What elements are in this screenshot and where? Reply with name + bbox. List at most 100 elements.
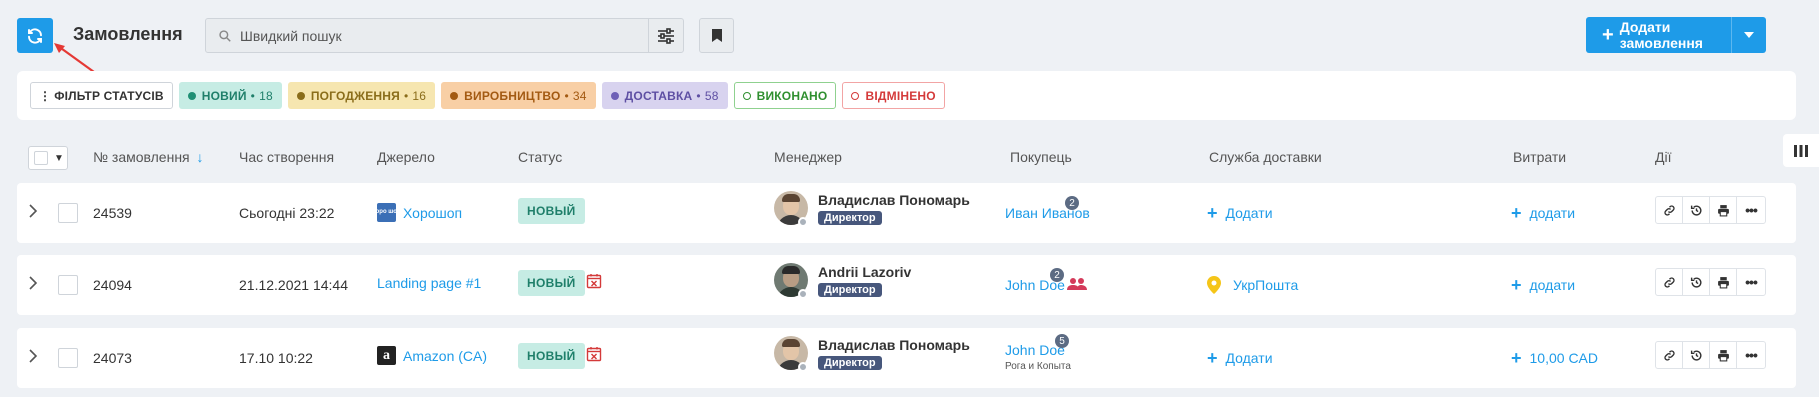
plus-icon: + [1511,348,1522,368]
link-icon [1663,276,1676,289]
delivery-add[interactable]: + Додати [1207,204,1273,222]
more-button[interactable]: ••• [1736,341,1766,369]
add-order-main[interactable]: + Додати замовлення [1586,17,1732,53]
manager-name: Andrii Lazoriv [818,263,912,280]
status-chip-count: 16 [412,88,427,103]
manager-role-badge: Директор [818,282,882,297]
order-number[interactable]: 24094 [93,277,132,293]
source-link[interactable]: Landing page #1 [377,275,481,291]
source-name: Landing page #1 [377,275,482,291]
row-checkbox[interactable] [58,203,78,223]
table-row[interactable]: 24073 17.10 10:22 a Amazon (CA) НОВЫЙ Вл… [17,328,1796,388]
status-chip-agreement[interactable]: ПОГОДЖЕННЯ • 16 [287,82,436,109]
status-badge[interactable]: НОВЫЙ [518,343,585,369]
page-title: Замовлення [73,24,183,44]
print-button[interactable] [1709,268,1737,296]
status-dot-icon [296,91,305,100]
manager[interactable]: Владислав Пономарь Директор [774,336,970,372]
chevron-right-icon[interactable] [28,275,38,294]
history-button[interactable] [1682,196,1710,224]
buyer-company: Рога и Копыта [1005,361,1071,372]
row-actions: ••• [1655,196,1766,224]
manager[interactable]: Andrii Lazoriv Директор [774,263,912,299]
print-button[interactable] [1709,196,1737,224]
column-buyer: Покупець [1010,149,1072,165]
order-number[interactable]: 24539 [93,205,132,221]
link-icon [1663,349,1676,362]
status-chip-label: ВИКОНАНО [756,88,828,103]
column-settings-button[interactable] [1783,134,1819,167]
status-chip-done[interactable]: ВИКОНАНО [733,82,837,109]
buyer[interactable]: John Doe 5 Рога и Копыта [1005,334,1071,372]
source-name: Хорошоп [403,204,463,221]
search-filters-button[interactable] [648,18,684,53]
column-source: Джерело [377,149,435,165]
add-order-button[interactable]: + Додати замовлення [1586,17,1766,53]
more-button[interactable]: ••• [1736,268,1766,296]
row-actions: ••• [1655,341,1766,369]
search-input[interactable]: Швидкий пошук [205,18,649,53]
more-horizontal-icon: ••• [1745,202,1758,218]
add-order-dropdown[interactable] [1732,32,1766,38]
table-row[interactable]: 24094 21.12.2021 14:44 Landing page #1 Н… [17,255,1796,315]
status-badge[interactable]: НОВЫЙ [518,270,585,296]
history-button[interactable] [1682,268,1710,296]
status-chip-count-sep: • [250,88,256,103]
status-ring-icon [742,91,751,100]
history-icon [1690,204,1703,217]
status-ring-icon [851,91,860,100]
costs-add[interactable]: + додати [1511,276,1575,294]
status-badge[interactable]: НОВЫЙ [518,198,585,224]
costs-add[interactable]: + додати [1511,204,1575,222]
presence-dot [798,362,808,372]
plus-icon: + [1207,203,1218,223]
columns-icon [1794,144,1808,158]
status-chip-cancelled[interactable]: ВІДМІНЕНО [842,82,945,109]
row-checkbox[interactable] [58,275,78,295]
add-order-label: Додати замовлення [1619,19,1703,51]
row-checkbox[interactable] [58,348,78,368]
link-button[interactable] [1655,196,1683,224]
status-chip-delivery[interactable]: ДОСТАВКА • 58 [601,82,728,109]
costs-value[interactable]: + 10,00 CAD [1511,349,1598,367]
manager[interactable]: Владислав Пономарь Директор [774,191,970,227]
status-chip-label: ДОСТАВКА [624,88,693,103]
status-chip-production[interactable]: ВИРОБНИЦТВО • 34 [441,82,596,109]
buyer[interactable]: John Doe 2 [1005,268,1087,293]
history-button[interactable] [1682,341,1710,369]
buyer[interactable]: Иван Иванов 2 [1005,196,1090,221]
delivery-add[interactable]: + Додати [1207,349,1273,367]
status-chip-new[interactable]: НОВИЙ • 18 [178,82,282,109]
printer-icon [1717,276,1730,289]
status-chip-count-sep: • [696,88,701,103]
link-button[interactable] [1655,341,1683,369]
caret-down-icon[interactable]: ▼ [54,153,64,164]
search-icon [218,29,232,43]
link-button[interactable] [1655,268,1683,296]
order-number[interactable]: 24073 [93,350,132,366]
source-link[interactable]: хоро шоп Хорошоп [372,203,463,222]
more-button[interactable]: ••• [1736,196,1766,224]
chevron-right-icon[interactable] [28,203,38,222]
status-chip-label: ВИРОБНИЦТВО [464,88,561,103]
history-icon [1690,349,1703,362]
plus-icon: + [1602,24,1614,46]
chevron-right-icon[interactable] [28,348,38,367]
status-chip-count-sep: • [403,88,409,103]
avatar [774,336,818,372]
table-row[interactable]: 24539 Сьогодні 23:22 хоро шоп Хорошоп НО… [17,183,1796,243]
column-order-number[interactable]: № замовлення ↓ [93,149,204,165]
select-all-control[interactable]: ▼ [28,146,68,170]
avatar [774,191,818,227]
bookmark-button[interactable] [699,18,734,53]
status-filter-button[interactable]: ⋮ ФІЛЬТР СТАТУСІВ [30,82,173,109]
source-link[interactable]: a Amazon (CA) [377,346,487,365]
select-all-checkbox[interactable] [34,151,48,165]
column-costs: Витрати [1513,149,1567,165]
delivery-service[interactable]: УкрПошта [1207,276,1298,294]
status-dot-icon [610,91,619,100]
manager-role-badge: Директор [818,210,882,225]
print-button[interactable] [1709,341,1737,369]
refresh-button[interactable] [17,18,53,53]
delivery-label: УкрПошта [1233,277,1299,293]
